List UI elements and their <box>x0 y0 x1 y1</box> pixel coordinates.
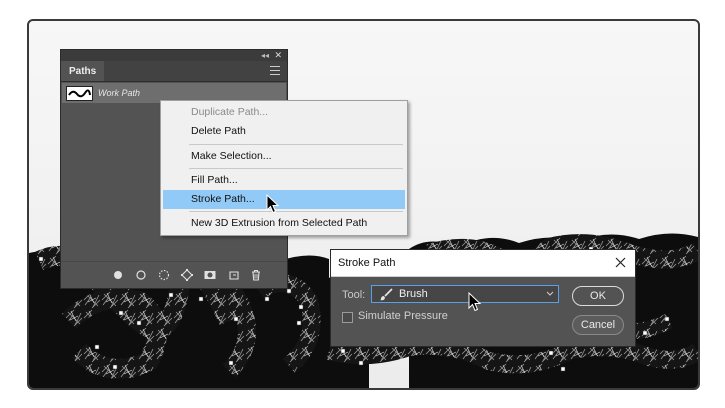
stroke-path-icon[interactable] <box>134 268 148 282</box>
menu-item-delete-path[interactable]: Delete Path <box>163 122 405 141</box>
fill-path-icon[interactable] <box>111 268 125 282</box>
tool-label: Tool: <box>342 289 366 301</box>
collapse-icon[interactable]: ◂◂ <box>261 50 269 61</box>
menu-item-stroke-path[interactable]: Stroke Path... <box>163 190 405 209</box>
menu-separator <box>189 211 403 212</box>
context-menu: Duplicate Path... Delete Path Make Selec… <box>160 100 408 236</box>
menu-item-duplicate-path[interactable]: Duplicate Path... <box>163 103 405 122</box>
trash-icon[interactable] <box>249 268 263 282</box>
chevron-down-icon <box>546 291 554 296</box>
tool-select[interactable]: Brush <box>371 285 559 303</box>
menu-item-make-selection[interactable]: Make Selection... <box>163 147 405 166</box>
cursor-icon <box>468 292 482 312</box>
tab-paths[interactable]: Paths <box>61 61 105 81</box>
stroke-path-dialog: Stroke Path Tool: Brush Simulate Pressur… <box>330 249 636 347</box>
menu-item-fill-path[interactable]: Fill Path... <box>163 171 405 190</box>
make-work-path-icon[interactable] <box>180 268 194 282</box>
menu-separator <box>189 144 403 145</box>
dialog-titlebar: Stroke Path <box>331 250 635 277</box>
dialog-title: Stroke Path <box>338 257 396 269</box>
simulate-pressure-label: Simulate Pressure <box>358 310 448 322</box>
cursor-icon <box>266 194 280 214</box>
menu-item-new-3d-extrusion[interactable]: New 3D Extrusion from Selected Path <box>163 214 405 233</box>
new-path-icon[interactable] <box>227 268 241 282</box>
add-mask-icon[interactable] <box>203 268 217 282</box>
panel-tab-row: Paths <box>61 61 287 82</box>
tool-value: Brush <box>399 288 428 300</box>
panel-footer <box>61 261 287 288</box>
cancel-button[interactable]: Cancel <box>572 315 624 335</box>
close-icon[interactable] <box>615 257 626 268</box>
menu-separator <box>189 168 403 169</box>
path-thumbnail <box>66 86 93 101</box>
close-icon[interactable]: ✕ <box>274 50 282 61</box>
simulate-pressure-checkbox[interactable] <box>342 312 353 323</box>
brush-icon <box>380 288 393 301</box>
panel-menu-icon[interactable] <box>270 66 280 75</box>
ok-button[interactable]: OK <box>572 286 624 306</box>
panel-topbar: ◂◂ ✕ <box>61 50 287 61</box>
path-name: Work Path <box>98 88 141 98</box>
load-selection-icon[interactable] <box>157 268 171 282</box>
